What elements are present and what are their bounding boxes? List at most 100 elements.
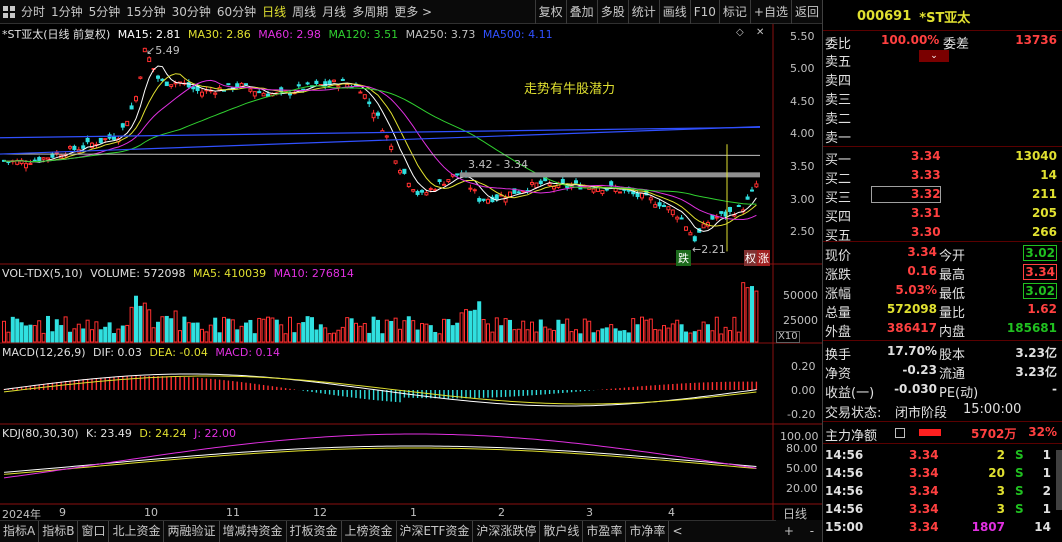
- back-button[interactable]: 返回: [790, 0, 822, 24]
- quote-value: 185681: [1006, 321, 1057, 335]
- stock-header: 000691 *ST亚太: [823, 0, 1062, 32]
- bid-volume: 14: [1040, 168, 1057, 182]
- tab-more[interactable]: 更多 >: [391, 0, 435, 24]
- trade-time: 15:00:00: [963, 402, 1022, 417]
- volume-bar: [164, 315, 169, 343]
- mark-button[interactable]: 标记: [718, 0, 750, 24]
- tick-price: 3.34: [909, 502, 939, 516]
- tab-scroll-left[interactable]: <: [669, 521, 685, 542]
- tab-etf-funds[interactable]: 沪深ETF资金: [397, 521, 474, 542]
- tab-holding-change[interactable]: 增减持资金: [220, 521, 287, 542]
- price-tick: 3.50: [790, 160, 815, 174]
- ma500-line: [0, 126, 761, 139]
- ask-row[interactable]: 卖二: [823, 107, 1062, 127]
- volume-bar: [288, 316, 292, 343]
- tab-15min[interactable]: 15分钟: [123, 0, 168, 24]
- ma250-label: MA250: 3.73: [405, 28, 476, 41]
- tab-billboard-funds[interactable]: 上榜资金: [342, 521, 397, 542]
- tab-60min[interactable]: 60分钟: [214, 0, 259, 24]
- tab-30min[interactable]: 30分钟: [169, 0, 214, 24]
- volume-bar: [719, 333, 724, 343]
- quote-value: 1.62: [1027, 302, 1057, 316]
- volume-bar: [481, 319, 486, 343]
- tab-retail-line[interactable]: 散户线: [540, 521, 584, 542]
- tick-time: 15:00: [825, 520, 864, 534]
- zoom-out-button[interactable]: -: [810, 524, 814, 538]
- bid-row[interactable]: 买五 3.30 266: [823, 224, 1062, 244]
- bid-row[interactable]: 买二 3.33 14: [823, 167, 1062, 187]
- high-label: ↙5.49: [146, 44, 180, 57]
- candle-body: [68, 146, 72, 149]
- candle-body: [244, 83, 248, 86]
- tab-daily[interactable]: 日线: [259, 0, 289, 24]
- kline-chart[interactable]: *ST亚太(日线 前复权) MA15: 2.81 MA30: 2.86 MA60…: [0, 24, 822, 521]
- bid-row[interactable]: 买四 3.31 205: [823, 205, 1062, 225]
- stats-button[interactable]: 统计: [627, 0, 659, 24]
- weibi-value: 100.00%: [881, 33, 940, 47]
- tab-limit-up-funds[interactable]: 打板资金: [287, 521, 342, 542]
- x-month-12: 12: [313, 506, 327, 519]
- tab-margin[interactable]: 两融验证: [164, 521, 220, 542]
- volume-bar: [494, 317, 499, 343]
- candle-body: [406, 182, 411, 188]
- tab-indicator-a[interactable]: 指标A: [0, 521, 40, 542]
- volume-bar: [508, 319, 512, 343]
- tick-row: 14:56 3.34 3 S 1: [823, 501, 1062, 519]
- tab-1min[interactable]: 1分钟: [48, 0, 86, 24]
- volume-bar: [503, 318, 508, 343]
- fuquan-button[interactable]: 复权: [534, 0, 566, 24]
- volume-bar: [37, 320, 42, 343]
- detail-icon[interactable]: [895, 428, 905, 438]
- tab-northbound[interactable]: 北上资金: [109, 521, 165, 542]
- quote-label: 涨幅: [825, 287, 852, 302]
- tab-fenshi[interactable]: 分时: [18, 0, 48, 24]
- candle-body: [332, 79, 336, 83]
- tab-indicator-b[interactable]: 指标B: [39, 521, 79, 542]
- volume-bar: [644, 319, 649, 343]
- volume-bar: [525, 329, 530, 343]
- bid-price: 3.30: [911, 225, 941, 239]
- tab-monthly[interactable]: 月线: [319, 0, 349, 24]
- stat-value: 3.23亿: [1015, 365, 1057, 379]
- ma60-label: MA60: 2.98: [258, 28, 321, 41]
- grid-icon[interactable]: [0, 0, 18, 24]
- volume-bar: [750, 286, 754, 343]
- volume-bar: [340, 326, 345, 343]
- tab-pb[interactable]: 市净率: [626, 521, 670, 542]
- tick-time: 14:56: [825, 502, 864, 516]
- ask-row[interactable]: 卖一: [823, 126, 1062, 146]
- tab-pe[interactable]: 市盈率: [583, 521, 627, 542]
- candle-body: [371, 112, 376, 119]
- candle-body: [670, 209, 675, 216]
- candle-body: [486, 198, 490, 204]
- diamond-icon[interactable]: ◇: [736, 27, 744, 38]
- tab-window[interactable]: 窗口: [78, 521, 110, 542]
- candle-body: [362, 94, 367, 99]
- tick-count: 1: [1042, 448, 1051, 462]
- close-icon[interactable]: ✕: [756, 27, 764, 38]
- bid-row[interactable]: 买三 3.32 211: [823, 186, 1062, 206]
- ask-row[interactable]: 卖三: [823, 88, 1062, 108]
- volume-bar: [701, 321, 706, 343]
- bid-row[interactable]: 买一 3.34 13040: [823, 148, 1062, 168]
- volume-bar: [552, 329, 556, 343]
- tab-weekly[interactable]: 周线: [289, 0, 319, 24]
- f10-button[interactable]: F10: [689, 0, 719, 24]
- add-watchlist-button[interactable]: +自选: [749, 0, 791, 24]
- draw-line-button[interactable]: 画线: [658, 0, 690, 24]
- bid-price: 3.31: [911, 206, 941, 220]
- volume-bar: [464, 309, 468, 343]
- volume-bar: [428, 325, 433, 343]
- zoom-in-button[interactable]: +: [784, 524, 794, 538]
- tab-multi-period[interactable]: 多周期: [349, 0, 391, 24]
- volume-bar: [587, 320, 592, 343]
- multi-stock-button[interactable]: 多股: [596, 0, 628, 24]
- tab-5min[interactable]: 5分钟: [86, 0, 124, 24]
- ask-row[interactable]: 卖四: [823, 69, 1062, 89]
- ma30-label: MA30: 2.86: [188, 28, 251, 41]
- overlay-button[interactable]: 叠加: [565, 0, 597, 24]
- tab-limit-stats[interactable]: 沪深涨跌停: [473, 521, 541, 542]
- volume-bar: [556, 319, 561, 343]
- ask-row[interactable]: 卖五: [823, 50, 1062, 70]
- stock-name: *ST亚太: [919, 10, 971, 26]
